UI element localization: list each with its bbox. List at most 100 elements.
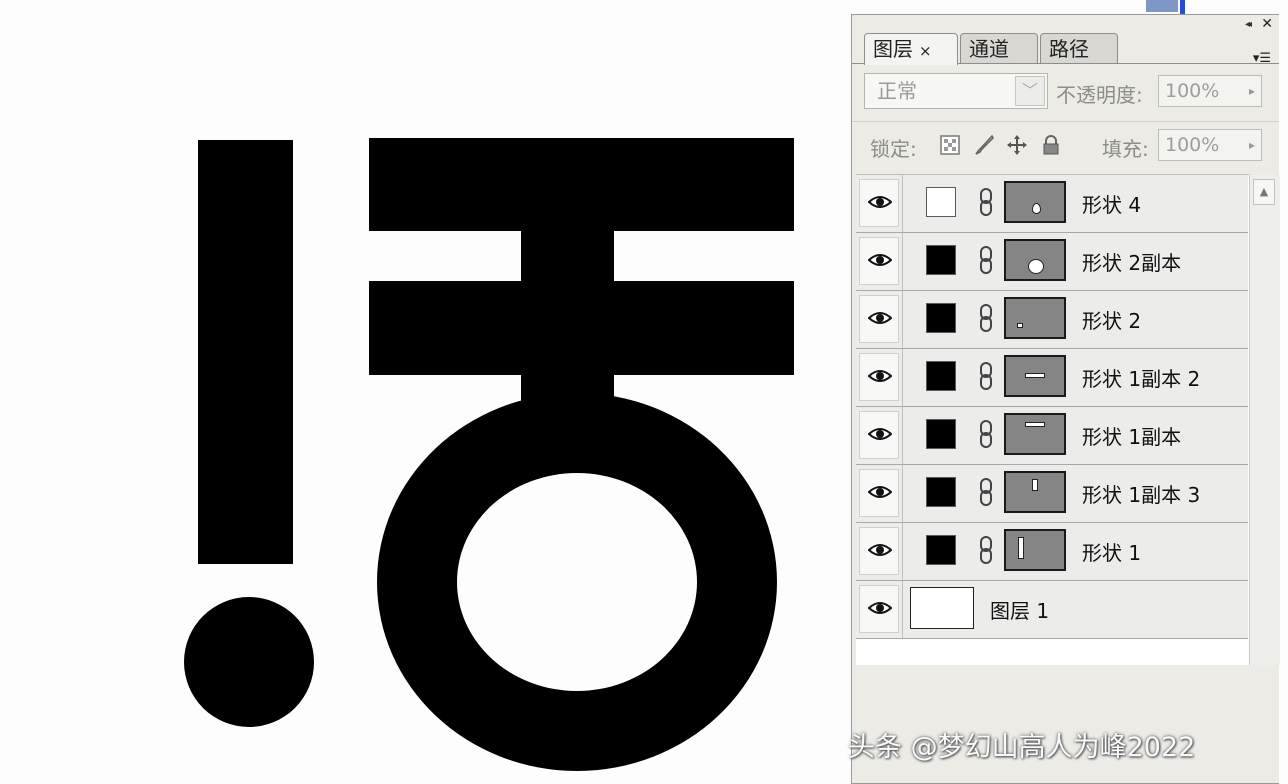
shape-ring bbox=[377, 393, 777, 771]
lock-image-brush-icon[interactable] bbox=[972, 133, 996, 157]
divider bbox=[902, 349, 903, 406]
divider bbox=[902, 175, 903, 232]
layer-row[interactable]: 图层 1 bbox=[856, 581, 1248, 639]
layer-name[interactable]: 形状 1 bbox=[1082, 537, 1141, 566]
collapse-icon[interactable]: ◂◂ bbox=[1245, 19, 1252, 30]
divider bbox=[852, 121, 1279, 122]
blend-mode-select[interactable]: 正常 ﹀ bbox=[864, 73, 1048, 109]
tab-paths-label: 路径 bbox=[1049, 37, 1089, 61]
visibility-toggle[interactable] bbox=[859, 585, 899, 633]
layer-row[interactable]: 形状 2 bbox=[856, 291, 1248, 349]
visibility-toggle[interactable] bbox=[859, 353, 899, 401]
vector-mask-thumbnail[interactable] bbox=[1004, 355, 1066, 397]
layer-row[interactable]: 形状 1副本 2 bbox=[856, 349, 1248, 407]
watermark-text: 头条 @梦幻山高人为峰2022 bbox=[848, 732, 1196, 763]
close-icon[interactable]: ✕ bbox=[1261, 17, 1273, 31]
tab-channels-label: 通道 bbox=[969, 37, 1009, 61]
layer-thumbnail[interactable] bbox=[910, 587, 974, 629]
eye-icon bbox=[868, 312, 892, 324]
visibility-toggle[interactable] bbox=[859, 237, 899, 285]
layer-name[interactable]: 图层 1 bbox=[990, 595, 1049, 624]
visibility-toggle[interactable] bbox=[859, 295, 899, 343]
fill-input[interactable]: 100% ▸ bbox=[1158, 129, 1262, 161]
divider bbox=[902, 233, 903, 290]
divider bbox=[902, 407, 903, 464]
eye-icon bbox=[868, 544, 892, 556]
eye-icon bbox=[868, 602, 892, 614]
layer-row[interactable]: 形状 1副本 3 bbox=[856, 465, 1248, 523]
color-fill-thumbnail[interactable] bbox=[926, 303, 956, 333]
eye-icon bbox=[868, 486, 892, 498]
shape-left-vertical-bar bbox=[198, 140, 293, 564]
color-fill-thumbnail[interactable] bbox=[926, 535, 956, 565]
opacity-value: 100% bbox=[1165, 80, 1220, 102]
link-icon[interactable] bbox=[978, 477, 994, 507]
layer-name[interactable]: 形状 1副本 bbox=[1082, 421, 1181, 450]
link-icon[interactable] bbox=[978, 535, 994, 565]
layer-name[interactable]: 形状 4 bbox=[1082, 189, 1141, 218]
lock-all-icon[interactable] bbox=[1039, 133, 1063, 157]
link-icon[interactable] bbox=[978, 303, 994, 333]
tab-layers-label: 图层 bbox=[873, 37, 913, 61]
layer-row[interactable]: 形状 2副本 bbox=[856, 233, 1248, 291]
scroll-up-icon[interactable]: ▲ bbox=[1253, 179, 1275, 205]
visibility-toggle[interactable] bbox=[859, 411, 899, 459]
window-titlebar-fragment bbox=[1146, 0, 1178, 12]
visibility-toggle[interactable] bbox=[859, 179, 899, 227]
chevron-right-icon[interactable]: ▸ bbox=[1249, 130, 1255, 160]
vector-mask-thumbnail[interactable] bbox=[1004, 181, 1066, 223]
layer-row[interactable]: 形状 4 bbox=[856, 175, 1248, 233]
color-fill-thumbnail[interactable] bbox=[926, 187, 956, 217]
link-icon[interactable] bbox=[978, 187, 994, 217]
link-icon[interactable] bbox=[978, 419, 994, 449]
layer-name[interactable]: 形状 1副本 3 bbox=[1082, 479, 1200, 508]
color-fill-thumbnail[interactable] bbox=[926, 419, 956, 449]
vector-mask-thumbnail[interactable] bbox=[1004, 529, 1066, 571]
document-canvas[interactable] bbox=[0, 0, 850, 784]
visibility-toggle[interactable] bbox=[859, 527, 899, 575]
blend-mode-value: 正常 bbox=[877, 79, 917, 103]
shape-left-dot bbox=[184, 597, 314, 727]
shape-top-bar bbox=[369, 138, 794, 231]
divider bbox=[902, 581, 903, 638]
layer-name[interactable]: 形状 1副本 2 bbox=[1082, 363, 1200, 392]
panel-titlebar: ◂◂ ✕ bbox=[852, 15, 1279, 35]
vector-mask-thumbnail[interactable] bbox=[1004, 413, 1066, 455]
layer-name[interactable]: 形状 2 bbox=[1082, 305, 1141, 334]
visibility-toggle[interactable] bbox=[859, 469, 899, 517]
fill-value: 100% bbox=[1165, 134, 1220, 156]
shape-stem-upper bbox=[521, 225, 614, 287]
vector-mask-thumbnail[interactable] bbox=[1004, 239, 1066, 281]
color-fill-thumbnail[interactable] bbox=[926, 361, 956, 391]
divider bbox=[902, 465, 903, 522]
layer-row[interactable]: 形状 1副本 bbox=[856, 407, 1248, 465]
layers-scrollbar[interactable]: ▲ bbox=[1249, 175, 1280, 665]
fill-label: 填充: bbox=[1102, 137, 1149, 161]
vector-mask-thumbnail[interactable] bbox=[1004, 471, 1066, 513]
layers-list: 形状 4 形状 2副本 形状 2 形状 1副本 2 形状 1副本 形状 1副本 … bbox=[856, 174, 1249, 665]
link-icon[interactable] bbox=[978, 245, 994, 275]
color-fill-thumbnail[interactable] bbox=[926, 245, 956, 275]
tab-close-icon[interactable]: × bbox=[919, 42, 932, 60]
eye-icon bbox=[868, 196, 892, 208]
lock-transparent-icon[interactable] bbox=[938, 133, 962, 157]
tab-channels[interactable]: 通道 bbox=[960, 33, 1038, 63]
opacity-input[interactable]: 100% ▸ bbox=[1158, 75, 1262, 107]
divider bbox=[902, 291, 903, 348]
vector-mask-thumbnail[interactable] bbox=[1004, 297, 1066, 339]
layer-row[interactable]: 形状 1 bbox=[856, 523, 1248, 581]
lock-label: 锁定: bbox=[870, 137, 917, 161]
chevron-down-icon[interactable]: ﹀ bbox=[1015, 76, 1045, 106]
shape-middle-bar bbox=[369, 281, 794, 375]
tab-layers[interactable]: 图层 × bbox=[864, 33, 958, 65]
lock-position-move-icon[interactable] bbox=[1005, 133, 1029, 157]
color-fill-thumbnail[interactable] bbox=[926, 477, 956, 507]
layers-panel: ◂◂ ✕ 图层× 通道 路径 ▾☰ 正常 ﹀ 不透明度: 100% ▸ 锁定: bbox=[851, 14, 1280, 784]
divider bbox=[902, 523, 903, 580]
eye-icon bbox=[868, 370, 892, 382]
tab-paths[interactable]: 路径 bbox=[1040, 33, 1118, 63]
chevron-right-icon[interactable]: ▸ bbox=[1249, 76, 1255, 106]
link-icon[interactable] bbox=[978, 361, 994, 391]
layer-name[interactable]: 形状 2副本 bbox=[1082, 247, 1181, 276]
opacity-label: 不透明度: bbox=[1056, 83, 1143, 107]
